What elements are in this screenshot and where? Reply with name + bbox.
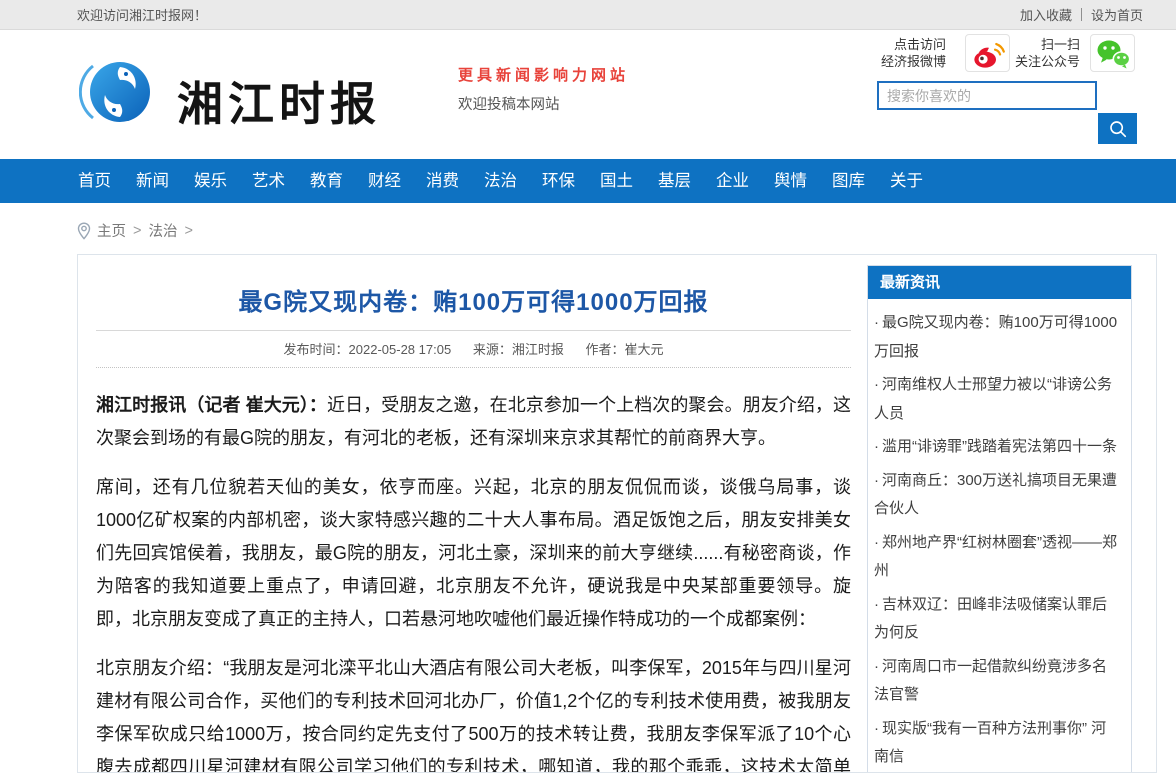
nav-item-opinion[interactable]: 舆情	[762, 159, 819, 203]
title-divider	[96, 330, 851, 331]
search-input[interactable]	[877, 81, 1097, 110]
list-item[interactable]: ·河南维权人士邢望力被以“诽谤公务人员	[874, 371, 1121, 428]
nav-item-land[interactable]: 国土	[588, 159, 645, 203]
wechat-caption: 扫一扫 关注公众号	[1002, 36, 1080, 70]
nav-item-art[interactable]: 艺术	[240, 159, 297, 203]
nav-item-education[interactable]: 教育	[298, 159, 355, 203]
main-nav: 首页 新闻 娱乐 艺术 教育 财经 消费 法治 环保 国土 基层 企业 舆情 图…	[0, 159, 1176, 203]
nav-item-home[interactable]: 首页	[66, 159, 123, 203]
breadcrumb: 主页 > 法治 >	[0, 203, 1176, 254]
breadcrumb-separator: >	[133, 223, 141, 239]
nav-item-enterprise[interactable]: 企业	[704, 159, 761, 203]
site-name[interactable]: 湘江时报	[177, 68, 381, 134]
nav-item-gallery[interactable]: 图库	[820, 159, 877, 203]
location-pin-icon	[77, 222, 91, 240]
list-item[interactable]: ·滥用“诽谤罪”践踏着宪法第四十一条	[874, 433, 1121, 462]
article-author: 作者：崔大元	[585, 342, 663, 357]
nav-item-news[interactable]: 新闻	[124, 159, 181, 203]
content-wrapper: 最G院又现内卷：贿100万可得1000万回报 发布时间：2022-05-28 1…	[77, 254, 1157, 773]
nav-item-entertainment[interactable]: 娱乐	[182, 159, 239, 203]
list-item[interactable]: ·郑州地产界“红树林圈套”透视——郑州	[874, 529, 1121, 586]
article-body: 湘江时报讯（记者 崔大元）：近日，受朋友之邀，在北京参加一个上档次的聚会。朋友介…	[96, 389, 851, 773]
article-paragraph: 湘江时报讯（记者 崔大元）：近日，受朋友之邀，在北京参加一个上档次的聚会。朋友介…	[96, 389, 851, 455]
search-button[interactable]	[1098, 113, 1137, 144]
nav-item-consumption[interactable]: 消费	[414, 159, 471, 203]
topbar-welcome-text: 欢迎访问湘江时报网！	[77, 5, 207, 24]
breadcrumb-home[interactable]: 主页	[97, 220, 126, 241]
article: 最G院又现内卷：贿100万可得1000万回报 发布时间：2022-05-28 1…	[78, 255, 867, 773]
list-item[interactable]: ·吉林双辽：田峰非法吸储案认罪后为何反	[874, 591, 1121, 648]
list-item[interactable]: ·现实版“我有一百种方法刑事你” 河南信	[874, 715, 1121, 772]
site-header: 湘江时报 更具新闻影响力网站 欢迎投稿本网站 点击访问 经济报微博 扫一扫 关注…	[0, 30, 1176, 159]
search-icon	[1108, 119, 1128, 139]
nav-item-finance[interactable]: 财经	[356, 159, 413, 203]
article-title: 最G院又现内卷：贿100万可得1000万回报	[96, 282, 851, 317]
list-item[interactable]: ·河南周口市一起借款纠纷竟涉多名法官警	[874, 653, 1121, 710]
breadcrumb-separator: >	[184, 223, 192, 239]
add-favorite-link[interactable]: 加入收藏	[1020, 5, 1072, 24]
list-item[interactable]: ·最G院又现内卷：贿100万可得1000万回报	[874, 309, 1121, 366]
article-meta: 发布时间：2022-05-28 17:05 来源：湘江时报 作者：崔大元	[96, 339, 851, 358]
topbar-divider	[1081, 8, 1082, 21]
breadcrumb-section[interactable]: 法治	[148, 220, 177, 241]
nav-item-about[interactable]: 关于	[878, 159, 935, 203]
meta-divider	[96, 367, 851, 368]
topbar: 欢迎访问湘江时报网！ 加入收藏 设为首页	[0, 0, 1176, 30]
latest-news-panel: 最新资讯 ·最G院又现内卷：贿100万可得1000万回报 ·河南维权人士邢望力被…	[867, 265, 1132, 773]
article-source: 来源：湘江时报	[473, 342, 564, 357]
site-slogan: 更具新闻影响力网站	[458, 64, 629, 85]
wechat-icon[interactable]	[1090, 34, 1135, 72]
nav-item-law[interactable]: 法治	[472, 159, 529, 203]
article-paragraph: 席间，还有几位貌若天仙的美女，依亨而座。兴起，北京的朋友侃侃而谈，谈俄乌局事，谈…	[96, 471, 851, 636]
set-homepage-link[interactable]: 设为首页	[1091, 5, 1143, 24]
latest-news-list: ·最G院又现内卷：贿100万可得1000万回报 ·河南维权人士邢望力被以“诽谤公…	[868, 299, 1131, 773]
list-item[interactable]: ·河南商丘：300万送礼搞项目无果遭合伙人	[874, 467, 1121, 524]
latest-news-title: 最新资讯	[868, 266, 1131, 299]
nav-item-grassroots[interactable]: 基层	[646, 159, 703, 203]
nav-item-environment[interactable]: 环保	[530, 159, 587, 203]
weibo-caption: 点击访问 经济报微博	[866, 36, 946, 70]
article-paragraph: 北京朋友介绍：“我朋友是河北滦平北山大酒店有限公司大老板，叫李保军，2015年与…	[96, 652, 851, 773]
article-lead: 湘江时报讯（记者 崔大元）：	[96, 395, 327, 415]
publish-time: 发布时间：2022-05-28 17:05	[284, 342, 452, 357]
site-logo-fish-icon[interactable]	[79, 54, 155, 130]
site-subslogan: 欢迎投稿本网站	[458, 93, 560, 114]
